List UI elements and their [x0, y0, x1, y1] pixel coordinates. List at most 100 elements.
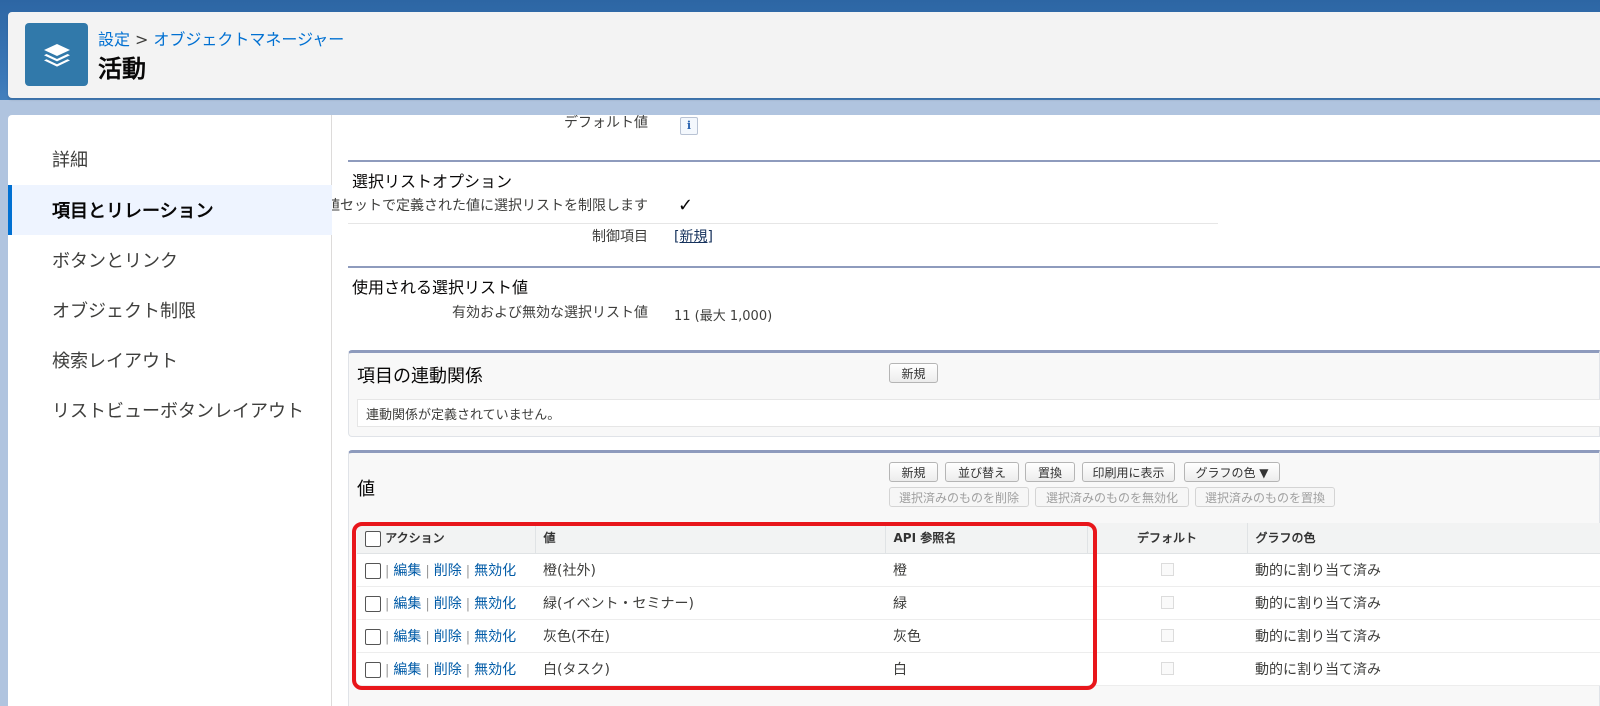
delete-link[interactable]: 削除: [434, 629, 462, 645]
page-header: 設定 > オブジェクトマネージャー 活動: [8, 12, 1600, 98]
row-actions: | 編集 | 削除 | 無効化: [357, 619, 535, 653]
table-row: | 編集 | 削除 | 無効化 灰色(不在) 灰色 動的に割り当て済み: [357, 619, 1600, 653]
action-separator: |: [385, 662, 390, 678]
edit-link[interactable]: 編集: [393, 596, 421, 612]
active-inactive-values-count: 11 (最大 1,000): [674, 309, 773, 324]
cell-chart-color: 動的に割り当て済み: [1247, 619, 1600, 653]
restrict-picklist-label: 値セットで定義された値に選択リストを制限します: [332, 198, 648, 214]
action-separator: |: [465, 596, 471, 612]
cell-api-name: 緑: [885, 586, 1087, 620]
active-inactive-values-label: 有効および無効な選択リスト値: [452, 305, 648, 321]
layers-icon: [25, 23, 88, 86]
cell-value: 橙(社外): [535, 553, 885, 587]
controlling-field-new-link[interactable]: [新規]: [674, 226, 713, 246]
deactivate-selected-button[interactable]: 選択済みのものを無効化: [1035, 487, 1189, 507]
info-icon[interactable]: i: [680, 117, 698, 135]
action-separator: |: [425, 596, 430, 612]
action-separator: |: [425, 563, 430, 579]
row-divider: [348, 223, 1218, 224]
cell-default: [1087, 553, 1247, 587]
action-separator: |: [465, 629, 471, 645]
row-actions: | 編集 | 削除 | 無効化: [357, 652, 535, 686]
controlling-field-label: 制御項目: [592, 229, 648, 245]
row-checkbox[interactable]: [365, 595, 381, 612]
action-separator: |: [465, 662, 471, 678]
column-default: デフォルト: [1087, 523, 1248, 554]
cell-value: 白(タスク): [535, 652, 885, 686]
breadcrumb-setup-link[interactable]: 設定: [98, 30, 130, 49]
deactivate-link[interactable]: 無効化: [474, 563, 516, 579]
replace-button[interactable]: 置換: [1025, 462, 1075, 482]
delete-link[interactable]: 削除: [434, 596, 462, 612]
no-dependencies-message: 連動関係が定義されていません。: [357, 399, 1600, 427]
cell-value: 灰色(不在): [535, 619, 885, 653]
dependency-new-button[interactable]: 新規: [889, 363, 938, 383]
cell-chart-color: 動的に割り当て済み: [1247, 652, 1600, 686]
default-checkbox: [1160, 596, 1174, 609]
deactivate-link[interactable]: 無効化: [474, 629, 516, 645]
sidebar-item-search-layouts[interactable]: 検索レイアウト: [8, 335, 332, 385]
row-checkbox[interactable]: [365, 661, 381, 678]
action-separator: |: [425, 629, 430, 645]
row-checkbox[interactable]: [365, 628, 381, 645]
values-title: 値: [357, 479, 375, 500]
edit-link[interactable]: 編集: [393, 662, 421, 678]
action-separator: |: [385, 629, 390, 645]
table-row: | 編集 | 削除 | 無効化 白(タスク) 白 動的に割り当て済み: [357, 652, 1600, 686]
cell-chart-color: 動的に割り当て済み: [1247, 553, 1600, 587]
table-row: | 編集 | 削除 | 無効化 緑(イベント・セミナー) 緑 動的に割り当て済み: [357, 586, 1600, 620]
deactivate-link[interactable]: 無効化: [474, 596, 516, 612]
cell-api-name: 白: [885, 652, 1087, 686]
printable-view-button[interactable]: 印刷用に表示: [1082, 462, 1175, 482]
values-table: アクション 値 API 参照名 デフォルト グラフの色 | 編集 | 削除 | 無効化 橙…: [357, 523, 1600, 686]
edit-link[interactable]: 編集: [393, 563, 421, 579]
cell-default: [1087, 586, 1247, 620]
row-checkbox[interactable]: [365, 562, 381, 579]
breadcrumb-separator: >: [135, 30, 149, 49]
picklist-options-title: 選択リストオプション: [352, 172, 513, 191]
section-divider: [348, 266, 1600, 268]
table-row: | 編集 | 削除 | 無効化 橙(社外) 橙 動的に割り当て済み: [357, 553, 1600, 587]
edit-link[interactable]: 編集: [393, 629, 421, 645]
cell-api-name: 橙: [885, 553, 1087, 587]
reorder-button[interactable]: 並び替え: [945, 462, 1019, 482]
cell-api-name: 灰色: [885, 619, 1087, 653]
default-checkbox: [1160, 563, 1174, 576]
column-action: アクション: [357, 523, 536, 554]
delete-selected-button[interactable]: 選択済みのものを削除: [889, 487, 1029, 507]
sidebar-item-list-view-button-layout[interactable]: リストビューボタンレイアウト: [8, 385, 332, 435]
delete-link[interactable]: 削除: [434, 563, 462, 579]
column-value: 値: [535, 523, 886, 554]
sidebar-item-fields-relationships[interactable]: 項目とリレーション: [8, 185, 332, 235]
column-action-label: アクション: [385, 531, 445, 545]
chart-colors-dropdown[interactable]: グラフの色 ▼: [1184, 462, 1280, 482]
action-separator: |: [385, 596, 390, 612]
select-all-checkbox[interactable]: [365, 530, 381, 547]
column-chart-color: グラフの色: [1247, 523, 1600, 554]
sidebar-item-buttons-links[interactable]: ボタンとリンク: [8, 235, 332, 285]
cell-value: 緑(イベント・セミナー): [535, 586, 885, 620]
cell-chart-color: 動的に割り当て済み: [1247, 586, 1600, 620]
table-header-row: アクション 値 API 参照名 デフォルト グラフの色: [357, 523, 1600, 554]
sidebar-item-details[interactable]: 詳細: [8, 134, 332, 184]
delete-link[interactable]: 削除: [434, 662, 462, 678]
values-new-button[interactable]: 新規: [889, 462, 938, 482]
sidebar-item-object-limits[interactable]: オブジェクト制限: [8, 285, 332, 335]
default-checkbox: [1160, 662, 1174, 675]
cell-default: [1087, 652, 1247, 686]
main-content: デフォルト値 i 選択リストオプション 値セットで定義された値に選択リストを制限…: [332, 115, 1600, 706]
cell-default: [1087, 619, 1247, 653]
replace-selected-button[interactable]: 選択済みのものを置換: [1195, 487, 1335, 507]
restrict-picklist-checkmark: ✓: [678, 195, 694, 216]
used-values-title: 使用される選択リスト値: [352, 278, 529, 297]
breadcrumb: 設定 > オブジェクトマネージャー: [98, 26, 344, 50]
default-checkbox: [1160, 629, 1174, 642]
breadcrumb-object-manager-link[interactable]: オブジェクトマネージャー: [153, 30, 344, 49]
action-separator: |: [385, 563, 390, 579]
deactivate-link[interactable]: 無効化: [474, 662, 516, 678]
column-api-name: API 参照名: [885, 523, 1088, 554]
action-separator: |: [465, 563, 471, 579]
section-divider: [348, 160, 1600, 162]
default-value-label: デフォルト値: [564, 115, 648, 131]
sidebar-nav: 詳細 項目とリレーション ボタンとリンク オブジェクト制限 検索レイアウト リス…: [8, 115, 332, 706]
